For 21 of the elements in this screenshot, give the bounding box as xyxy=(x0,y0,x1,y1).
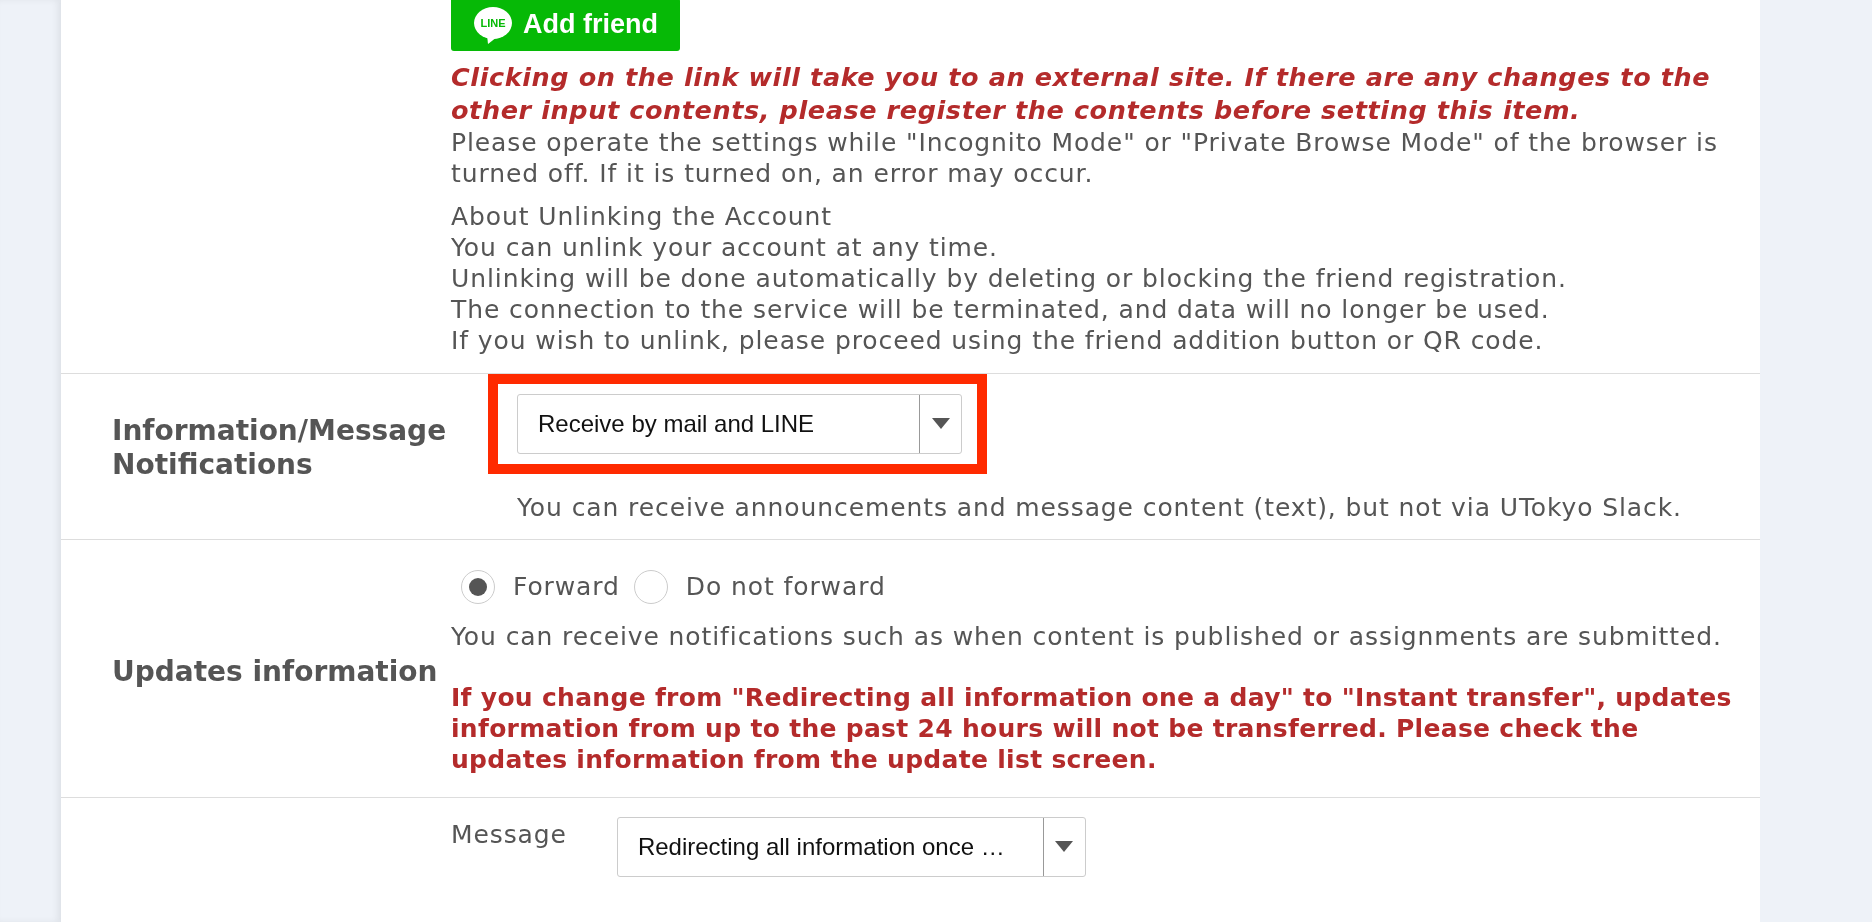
hint-text: You can receive notifications such as when content is published or assignments are submitted. xyxy=(451,620,1723,652)
field-label: Information/Message Notifications xyxy=(112,414,448,482)
unlink-info-text: Unlinking will be done automatically by deleting or blocking the friend registration. xyxy=(451,262,1568,294)
hint-text: You can receive announcements and message content (text), but not via UTokyo Slack. xyxy=(516,491,1683,523)
radio-button[interactable] xyxy=(633,569,668,604)
caret-icon xyxy=(1055,841,1074,852)
unlink-info-text: The connection to the service will be terminated, and data will no longer be used. xyxy=(451,293,1551,325)
caret-icon xyxy=(931,418,950,429)
note-text: Please operate the settings while "Incognito Mode" or "Private Browse Mode" of the browser is turned off. If it is turned on, an error may occur. xyxy=(451,126,1719,189)
warning-text: If you change from "Redirecting all information one a day" to "Instant transfer", updates information from up to the past 24 hours will not be transferred. Please check the updates information from the update list screen. xyxy=(451,681,1733,775)
warning-text: Clicking on the link will take you to an external site. If there are any changes to the other input contents, please register the contents before setting this item. xyxy=(451,60,1712,127)
radio-label[interactable]: Forward xyxy=(513,571,620,602)
dropdown[interactable]: Receive by mail and LINE xyxy=(517,393,962,454)
radio-label[interactable]: Do not forward xyxy=(685,571,886,602)
field-label: Updates information xyxy=(112,655,438,689)
dropdown[interactable]: Redirecting all information once … xyxy=(616,816,1086,877)
unlink-info-text: About Unlinking the Account xyxy=(451,200,834,232)
field-label: Message xyxy=(451,818,567,850)
unlink-info-text: If you wish to unlink, please proceed using the friend addition button or QR code. xyxy=(451,324,1545,356)
unlink-info-text: You can unlink your account at any time. xyxy=(451,231,999,263)
radio-button[interactable] xyxy=(461,569,495,604)
